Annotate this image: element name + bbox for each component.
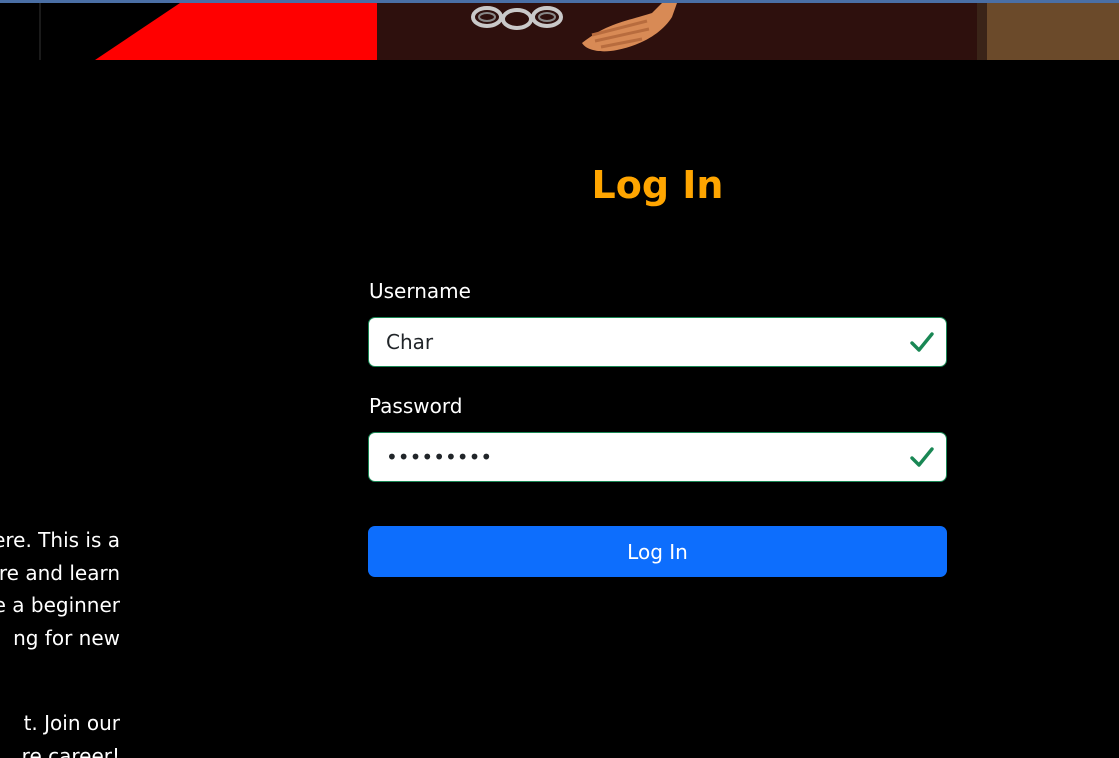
check-icon [910,447,934,467]
password-input[interactable] [369,433,946,481]
banner-graphic [0,3,377,60]
intro-line: ng for new [13,625,120,650]
login-title: Log In [591,163,724,207]
username-input[interactable] [369,318,946,366]
password-label: Password [369,394,463,418]
intro-description: ere. This is a are and learn e a beginne… [0,524,120,758]
banner-photo [377,3,1119,60]
header-banner [0,3,1119,60]
intro-line: t. Join our [23,711,120,735]
check-icon [910,332,934,352]
intro-line: are and learn [0,560,120,585]
intro-line: ere. This is a [0,528,120,552]
password-field-wrapper [368,432,947,482]
intro-line: e a beginner [0,593,120,617]
username-field-wrapper [368,317,947,367]
username-label: Username [369,279,471,303]
chain-and-hand-image [377,3,1119,60]
intro-line: re career! [21,743,120,758]
red-diagonal-shape [39,3,377,60]
page: ere. This is a are and learn e a beginne… [0,0,1119,758]
login-button[interactable]: Log In [368,526,947,577]
